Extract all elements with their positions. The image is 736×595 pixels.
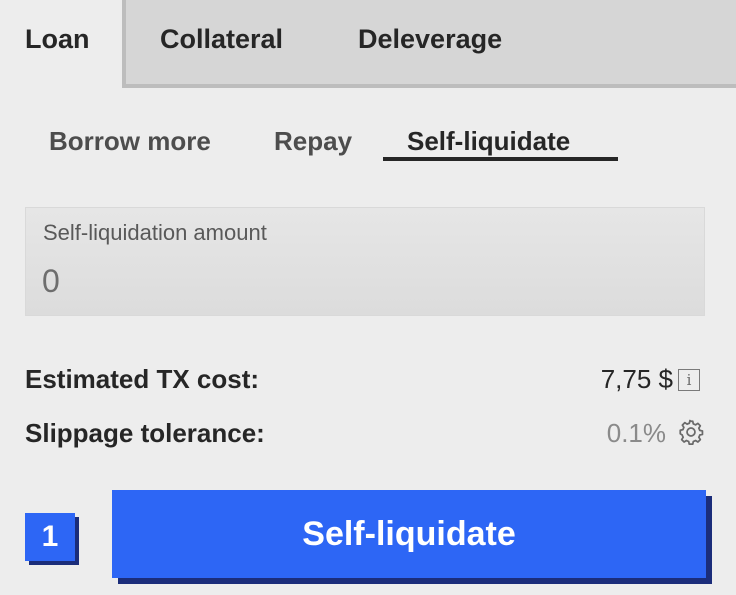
subtab-borrow-more[interactable]: Borrow more bbox=[49, 126, 211, 157]
tab-loan[interactable]: Loan bbox=[25, 24, 90, 55]
info-icon[interactable]: i bbox=[678, 369, 700, 391]
gear-icon[interactable] bbox=[677, 418, 705, 446]
amount-label: Self-liquidation amount bbox=[43, 220, 267, 245]
tx-cost-label: Estimated TX cost: bbox=[25, 364, 260, 394]
tab-collateral[interactable]: Collateral bbox=[160, 24, 283, 55]
slippage-label: Slippage tolerance: bbox=[25, 418, 265, 448]
tab-deleverage[interactable]: Deleverage bbox=[358, 24, 502, 55]
self-liquidate-button[interactable]: Self-liquidate bbox=[112, 490, 706, 578]
amount-input[interactable] bbox=[42, 260, 682, 302]
tab-bar: Loan Collateral Deleverage bbox=[0, 0, 736, 88]
active-subtab-underline bbox=[383, 157, 618, 161]
step-number-badge: 1 bbox=[25, 513, 75, 561]
subtab-repay[interactable]: Repay bbox=[274, 126, 352, 157]
slippage-value: 0.1% bbox=[606, 418, 666, 448]
subtab-self-liquidate[interactable]: Self-liquidate bbox=[407, 126, 570, 157]
self-liquidation-amount-field[interactable]: Self-liquidation amount bbox=[25, 207, 705, 316]
tx-cost-value: 7,75 $ bbox=[600, 364, 673, 394]
